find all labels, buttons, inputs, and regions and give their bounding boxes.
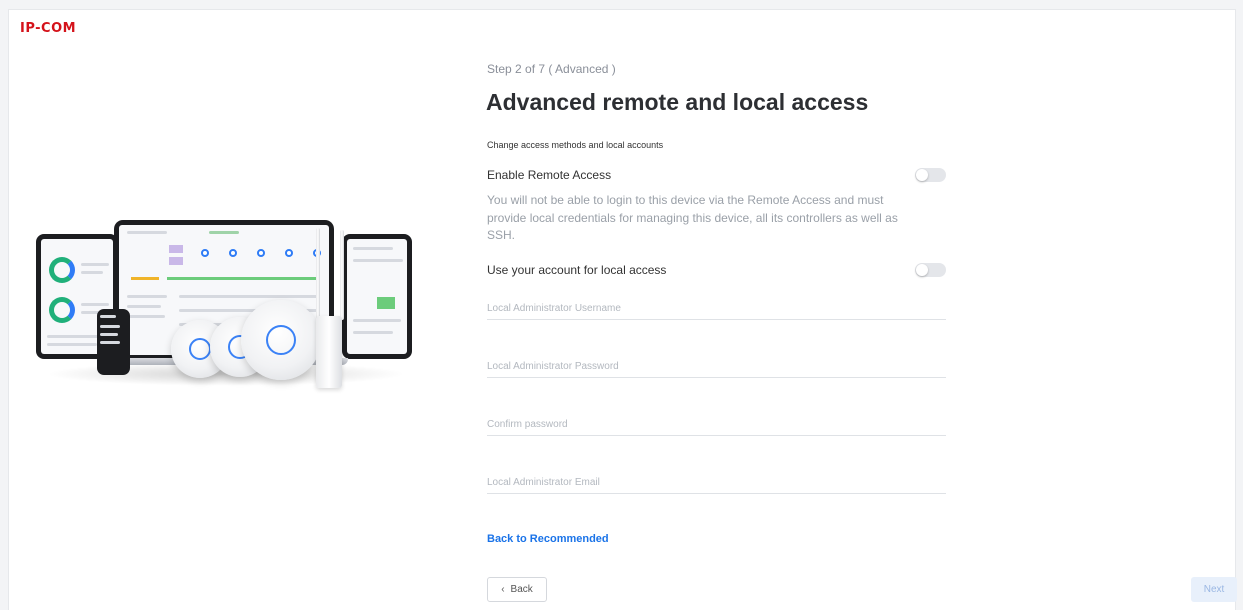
back-button[interactable]: ‹ Back	[487, 577, 547, 602]
access-point-illustration	[241, 300, 321, 380]
local-admin-username-input[interactable]	[487, 298, 946, 320]
antenna-illustration	[316, 228, 320, 320]
remote-access-label: Enable Remote Access	[487, 168, 612, 182]
tablet-right-illustration	[342, 234, 412, 359]
local-admin-email-input[interactable]	[487, 472, 946, 494]
page-subtitle: Change access methods and local accounts	[487, 140, 664, 150]
back-to-recommended-link[interactable]: Back to Recommended	[487, 533, 609, 545]
phone-illustration	[97, 309, 130, 375]
wizard-step-indicator: Step 2 of 7 ( Advanced )	[487, 62, 616, 76]
toggle-knob	[916, 169, 928, 181]
local-admin-password-input[interactable]	[487, 356, 946, 378]
next-button[interactable]: Next	[1191, 577, 1237, 602]
outdoor-access-point-illustration	[316, 316, 342, 388]
local-access-label: Use your account for local access	[487, 263, 667, 277]
antenna-illustration	[340, 230, 344, 320]
toggle-knob	[916, 264, 928, 276]
local-access-toggle[interactable]	[915, 263, 946, 277]
donut-chart-icon	[49, 257, 75, 283]
remote-access-toggle[interactable]	[915, 168, 946, 182]
chevron-left-icon: ‹	[501, 584, 505, 595]
remote-access-description: You will not be able to login to this de…	[487, 193, 898, 242]
page-title: Advanced remote and local access	[486, 89, 869, 115]
product-lineup-illustration	[36, 212, 416, 402]
confirm-password-input[interactable]	[487, 414, 946, 436]
donut-chart-icon	[49, 297, 75, 323]
back-button-label: Back	[510, 584, 533, 595]
brand-logo: IP-COM	[20, 21, 77, 36]
